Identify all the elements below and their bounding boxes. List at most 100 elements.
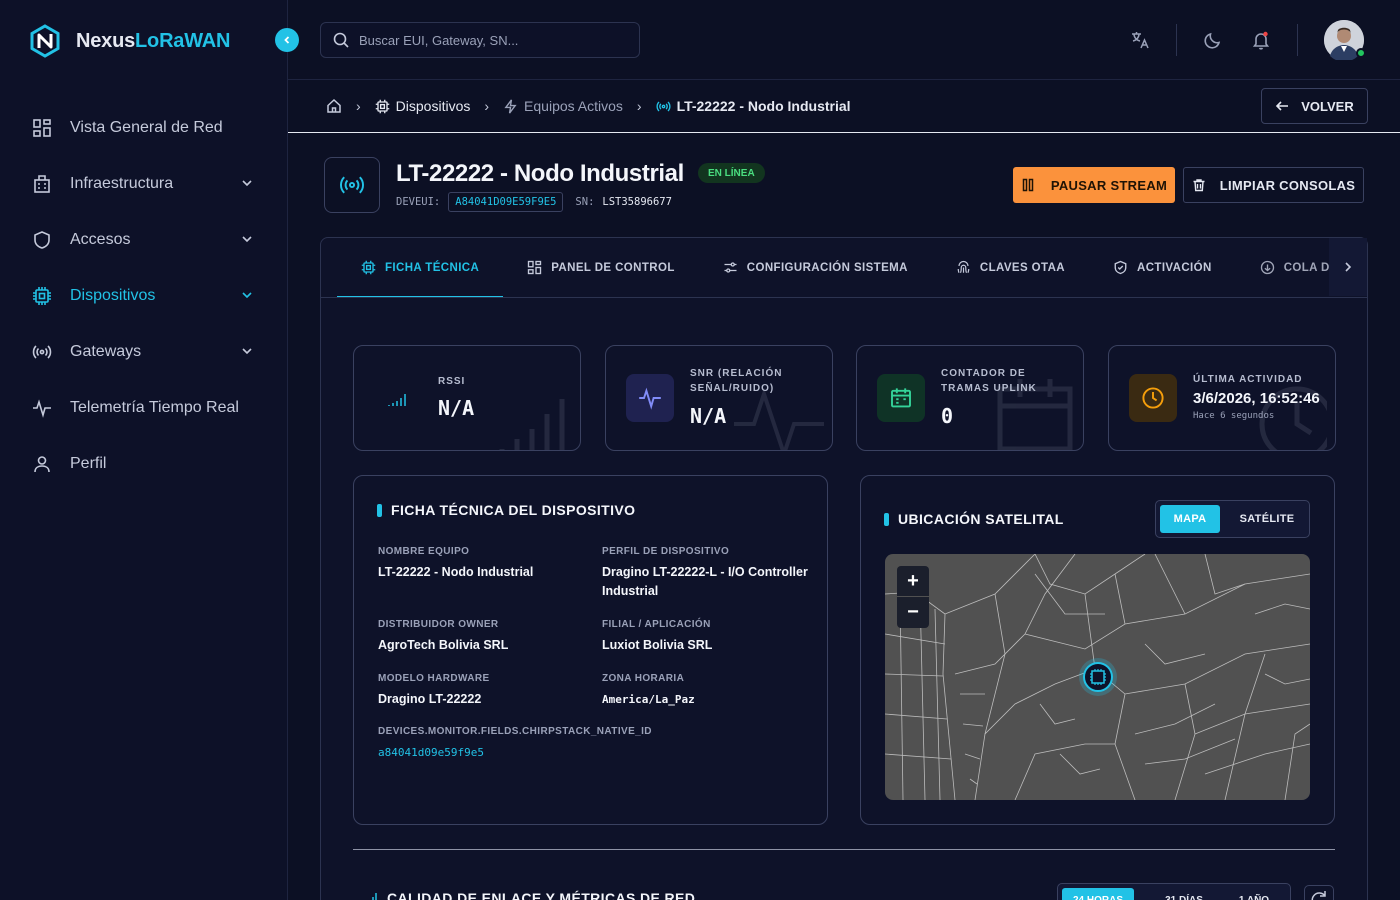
calendar-icon <box>891 388 911 408</box>
shield-icon <box>34 231 50 249</box>
rssi-icon-box <box>374 374 422 422</box>
topbar-separator <box>1176 24 1177 56</box>
field-device-profile: PERFIL DE DISPOSITIVO Dragino LT-22222-L… <box>602 546 808 598</box>
sidebar-item-perfil[interactable]: Perfil <box>0 436 288 492</box>
uplink-value: 0 <box>941 404 954 428</box>
title-accent-bar <box>377 503 382 517</box>
rssi-card: RSSI N/A <box>353 345 581 451</box>
clock-bg-icon <box>1259 386 1327 450</box>
sn-label: SN: <box>575 196 595 208</box>
grid-icon <box>33 119 51 137</box>
location-title: UBICACIÓN SATELITAL <box>884 511 1064 527</box>
device-icon-box <box>324 157 380 213</box>
field-distributor-owner: DISTRIBUIDOR OWNER AgroTech Bolivia SRL <box>378 619 509 652</box>
user-avatar[interactable] <box>1324 20 1366 62</box>
refresh-metrics-button[interactable] <box>1304 885 1334 900</box>
sn-value: LST35896677 <box>602 196 672 208</box>
pause-icon <box>1022 178 1034 192</box>
sidebar-item-vista-general[interactable]: Vista General de Red <box>0 100 288 156</box>
translate-icon[interactable] <box>1130 30 1150 50</box>
topbar <box>288 0 1400 80</box>
deveui-label: DEVEUI: <box>396 196 441 208</box>
time-range-toggle: 24 HORAS 31 DÍAS 1 AÑO <box>1057 883 1291 900</box>
field-timezone: ZONA HORARIA America/La_Paz <box>602 673 695 706</box>
tab-panel-control[interactable]: PANEL DE CONTROL <box>503 238 699 297</box>
trash-icon <box>1193 179 1205 192</box>
sidebar-item-label: Vista General de Red <box>70 119 223 136</box>
range-1y-button[interactable]: 1 AÑO <box>1224 888 1284 900</box>
snr-icon-box <box>626 374 674 422</box>
tab-bar: FICHA TÉCNICA PANEL DE CONTROL CONFIGURA… <box>321 238 1367 298</box>
clear-consoles-button[interactable]: LIMPIAR CONSOLAS <box>1183 167 1364 203</box>
clock-icon <box>1142 387 1164 409</box>
refresh-icon <box>1311 891 1326 900</box>
chevron-right-icon <box>1345 262 1352 272</box>
back-button[interactable]: VOLVER <box>1261 88 1368 124</box>
field-device-name: NOMBRE EQUIPO LT-22222 - Nodo Industrial <box>378 546 534 579</box>
chevron-down-icon <box>242 180 252 187</box>
online-status-dot <box>1356 48 1366 58</box>
sliders-icon <box>724 262 737 273</box>
activity-icon <box>639 387 661 410</box>
device-map[interactable] <box>885 554 1310 800</box>
uplink-icon-box <box>877 374 925 422</box>
range-31d-button[interactable]: 31 DÍAS <box>1154 888 1214 900</box>
building-icon <box>34 175 50 193</box>
rssi-value: N/A <box>438 396 475 420</box>
last-activity-card: ÚLTIMA ACTIVIDAD 3/6/2026, 16:52:46 Hace… <box>1108 345 1336 451</box>
chevron-down-icon <box>242 236 252 243</box>
sidebar-collapse-button[interactable] <box>275 28 299 52</box>
zoom-in-button[interactable]: + <box>897 566 929 597</box>
breadcrumb-separator: › <box>636 98 642 114</box>
section-divider <box>353 849 1335 850</box>
sidebar-item-label: Infraestructura <box>70 175 174 192</box>
zoom-out-button[interactable]: − <box>897 597 929 628</box>
topbar-actions <box>1130 0 1400 80</box>
sidebar-item-label: Telemetría Tiempo Real <box>70 399 239 416</box>
tech-sheet-title: FICHA TÉCNICA DEL DISPOSITIVO <box>377 502 635 518</box>
sidebar-item-gateways[interactable]: Gateways <box>0 324 288 380</box>
sidebar-item-accesos[interactable]: Accesos <box>0 212 288 268</box>
chip-icon <box>361 260 376 275</box>
search-input[interactable] <box>359 32 629 48</box>
calendar-bg-icon <box>997 379 1073 450</box>
page-title: LT-22222 - Nodo Industrial <box>396 160 684 187</box>
sidebar-item-label: Gateways <box>70 343 142 360</box>
signal-bg-icon <box>499 399 565 450</box>
link-quality-title: CALIDAD DE ENLACE Y MÉTRICAS DE RED <box>368 890 695 900</box>
activity-icon-box <box>1129 374 1177 422</box>
home-icon[interactable] <box>326 98 342 114</box>
device-location-marker-icon[interactable] <box>1078 657 1118 697</box>
sidebar-item-dispositivos[interactable]: Dispositivos <box>0 268 288 324</box>
pause-stream-button[interactable]: PAUSAR STREAM <box>1013 167 1175 203</box>
breadcrumb-dispositivos[interactable]: Dispositivos <box>375 98 470 114</box>
sidebar-item-telemetria[interactable]: Telemetría Tiempo Real <box>0 380 288 436</box>
bolt-icon <box>504 99 517 113</box>
tabs-scroll-right-button[interactable] <box>1329 238 1367 296</box>
map-zoom-controls: + − <box>897 566 929 628</box>
tab-configuracion-sistema[interactable]: CONFIGURACIÓN SISTEMA <box>699 238 932 297</box>
shield-check-icon <box>1114 260 1127 275</box>
field-hardware-model: MODELO HARDWARE Dragino LT-22222 <box>378 673 490 706</box>
signal-icon <box>388 394 406 406</box>
range-24h-button[interactable]: 24 HORAS <box>1062 888 1134 900</box>
arrow-left-icon <box>1276 101 1289 111</box>
moon-icon[interactable] <box>1203 30 1223 50</box>
breadcrumb-equipos-activos[interactable]: Equipos Activos <box>503 98 623 114</box>
breadcrumb-current: LT-22222 - Nodo Industrial <box>656 98 851 114</box>
deveui-value[interactable]: A84041D09E59F9E5 <box>448 192 564 212</box>
download-circle-icon <box>1260 260 1274 275</box>
rssi-label: RSSI <box>438 376 466 387</box>
tab-ficha-tecnica[interactable]: FICHA TÉCNICA <box>321 238 504 297</box>
chevron-down-icon <box>242 348 252 355</box>
map-type-toggle: MAPA SATÉLITE <box>1155 500 1310 538</box>
map-view-button[interactable]: MAPA <box>1160 505 1220 533</box>
tab-activacion[interactable]: ACTIVACIÓN <box>1089 238 1236 297</box>
chip-icon <box>33 287 51 305</box>
sidebar-item-infraestructura[interactable]: Infraestructura <box>0 156 288 212</box>
tab-claves-otaa[interactable]: CLAVES OTAA <box>932 238 1089 297</box>
brand[interactable]: NexusLoRaWAN <box>28 24 230 58</box>
bell-icon[interactable] <box>1251 30 1271 50</box>
field-chirpstack-native-id: DEVICES.MONITOR.FIELDS.CHIRPSTACK_NATIVE… <box>378 726 652 759</box>
satellite-view-button[interactable]: SATÉLITE <box>1228 505 1306 533</box>
